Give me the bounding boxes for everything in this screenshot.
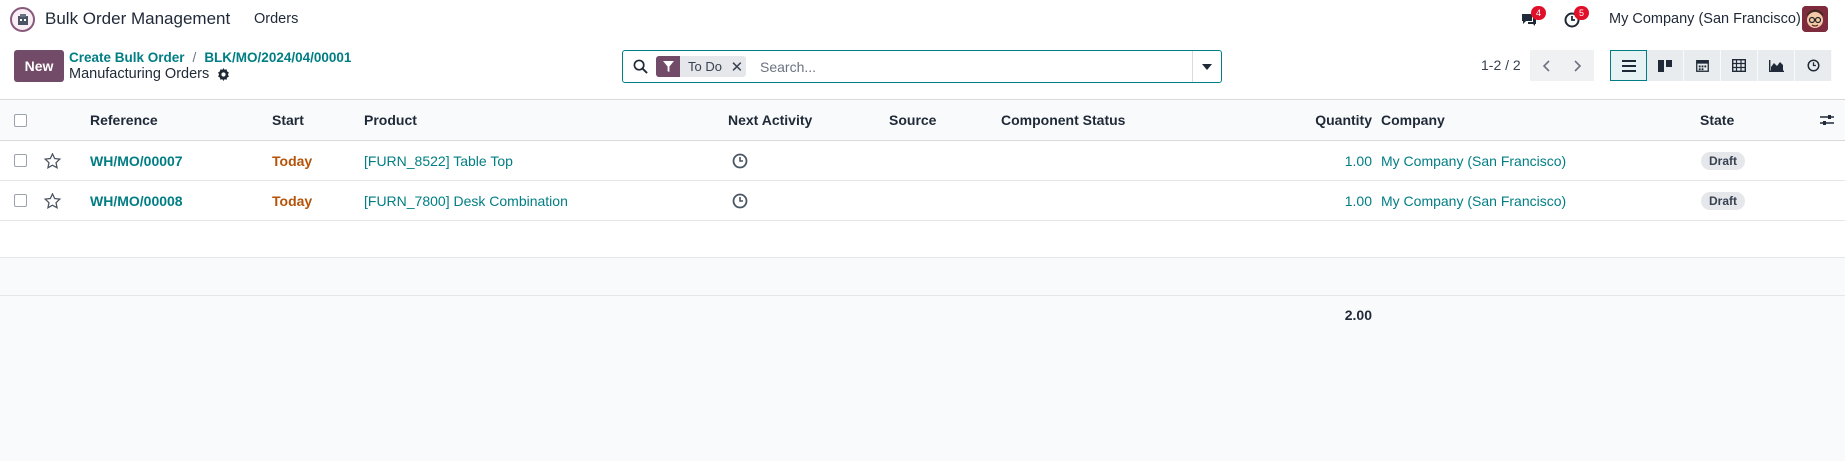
table-row[interactable]: WH/MO/00007 Today [FURN_8522] Table Top … [0,141,1845,181]
row-start: Today [272,152,313,169]
search-input[interactable] [760,55,1160,79]
activity-view-button[interactable] [1795,50,1832,81]
filter-icon [656,56,680,77]
pivot-view-icon [1732,59,1746,72]
gear-icon[interactable] [217,67,230,81]
kanban-view-button[interactable] [1647,50,1684,81]
activity-clock-icon[interactable] [732,141,748,180]
menu-orders[interactable]: Orders [254,11,298,27]
pivot-view-button[interactable] [1721,50,1758,81]
view-switcher [1610,50,1832,81]
column-header-reference[interactable]: Reference [90,100,158,140]
messages-badge: 4 [1531,6,1546,20]
row-quantity: 1.00 [1344,152,1372,169]
graph-view-button[interactable] [1758,50,1795,81]
calendar-view-icon [1695,60,1709,72]
row-checkbox[interactable] [14,194,27,207]
app-title[interactable]: Bulk Order Management [45,9,230,29]
breadcrumb-item-create-bulk-order[interactable]: Create Bulk Order [69,50,185,65]
column-header-source[interactable]: Source [889,100,936,140]
column-header-state[interactable]: State [1700,100,1734,140]
column-header-component-status[interactable]: Component Status [1001,100,1125,140]
optional-columns-toggle[interactable] [1820,100,1834,140]
breadcrumb-item-bulk-order[interactable]: BLK/MO/2024/04/00001 [204,50,351,65]
column-header-company[interactable]: Company [1381,100,1445,140]
pager-previous-button[interactable] [1530,50,1562,81]
activities-button[interactable]: 5 [1561,6,1589,31]
app-icon[interactable] [10,7,35,32]
row-company[interactable]: My Company (San Francisco) [1381,141,1566,180]
select-all-checkbox[interactable] [14,113,27,127]
row-reference[interactable]: WH/MO/00008 [90,181,183,220]
table-header: Reference Start Product Next Activity So… [0,100,1845,141]
column-header-product[interactable]: Product [364,100,417,140]
page-title: Manufacturing Orders [69,66,210,82]
column-header-start[interactable]: Start [272,100,304,140]
caret-down-icon [1202,63,1212,70]
column-header-quantity[interactable]: Quantity [1200,100,1372,140]
calendar-view-button[interactable] [1684,50,1721,81]
table-row[interactable]: WH/MO/00008 Today [FURN_7800] Desk Combi… [0,181,1845,221]
company-switcher[interactable]: My Company (San Francisco) [1609,11,1801,27]
row-quantity: 1.00 [1344,192,1372,209]
empty-row [0,258,1845,296]
breadcrumb: Create Bulk Order / BLK/MO/2024/04/00001 [69,50,351,65]
empty-row [0,221,1845,258]
priority-star-icon[interactable] [44,181,61,220]
chevron-right-icon [1574,59,1582,72]
facet-label: To Do [688,59,722,74]
close-icon[interactable]: ✕ [728,56,746,77]
status-badge: Draft [1701,191,1746,210]
page-title-wrap: Manufacturing Orders [69,66,230,82]
list-view-icon [1621,59,1636,72]
pager-next-button[interactable] [1562,50,1594,81]
kanban-view-icon [1658,59,1672,72]
avatar[interactable] [1802,6,1828,32]
sliders-icon [1820,115,1834,125]
graph-view-icon [1768,59,1784,72]
chevron-left-icon [1542,59,1550,72]
row-start: Today [272,192,313,209]
row-checkbox[interactable] [14,154,27,167]
top-navbar: Bulk Order Management Orders 4 5 My Comp… [0,0,1845,38]
control-panel: New Create Bulk Order / BLK/MO/2024/04/000… [0,38,1845,100]
search-options-toggle[interactable] [1192,51,1221,82]
new-button[interactable]: New [14,50,64,82]
search-icon[interactable] [633,59,648,74]
search-bar: To Do ✕ [622,50,1222,83]
activity-view-icon [1806,59,1820,72]
quantity-total: 2.00 [1344,307,1372,323]
row-company[interactable]: My Company (San Francisco) [1381,181,1566,220]
pager-value[interactable]: 1-2 / 2 [1481,57,1521,73]
activity-clock-icon[interactable] [732,181,748,220]
row-product[interactable]: [FURN_7800] Desk Combination [364,181,568,220]
select-all-checkbox-cell[interactable] [14,100,27,140]
breadcrumb-separator: / [192,50,197,65]
status-badge: Draft [1701,151,1746,170]
messages-button[interactable]: 4 [1518,6,1546,31]
list-view-button[interactable] [1610,50,1647,81]
priority-star-icon[interactable] [44,141,61,180]
row-product[interactable]: [FURN_8522] Table Top [364,141,513,180]
search-facet: To Do ✕ [656,56,746,77]
row-reference[interactable]: WH/MO/00007 [90,141,183,180]
column-header-next-activity[interactable]: Next Activity [728,100,812,140]
activities-badge: 5 [1574,6,1589,20]
